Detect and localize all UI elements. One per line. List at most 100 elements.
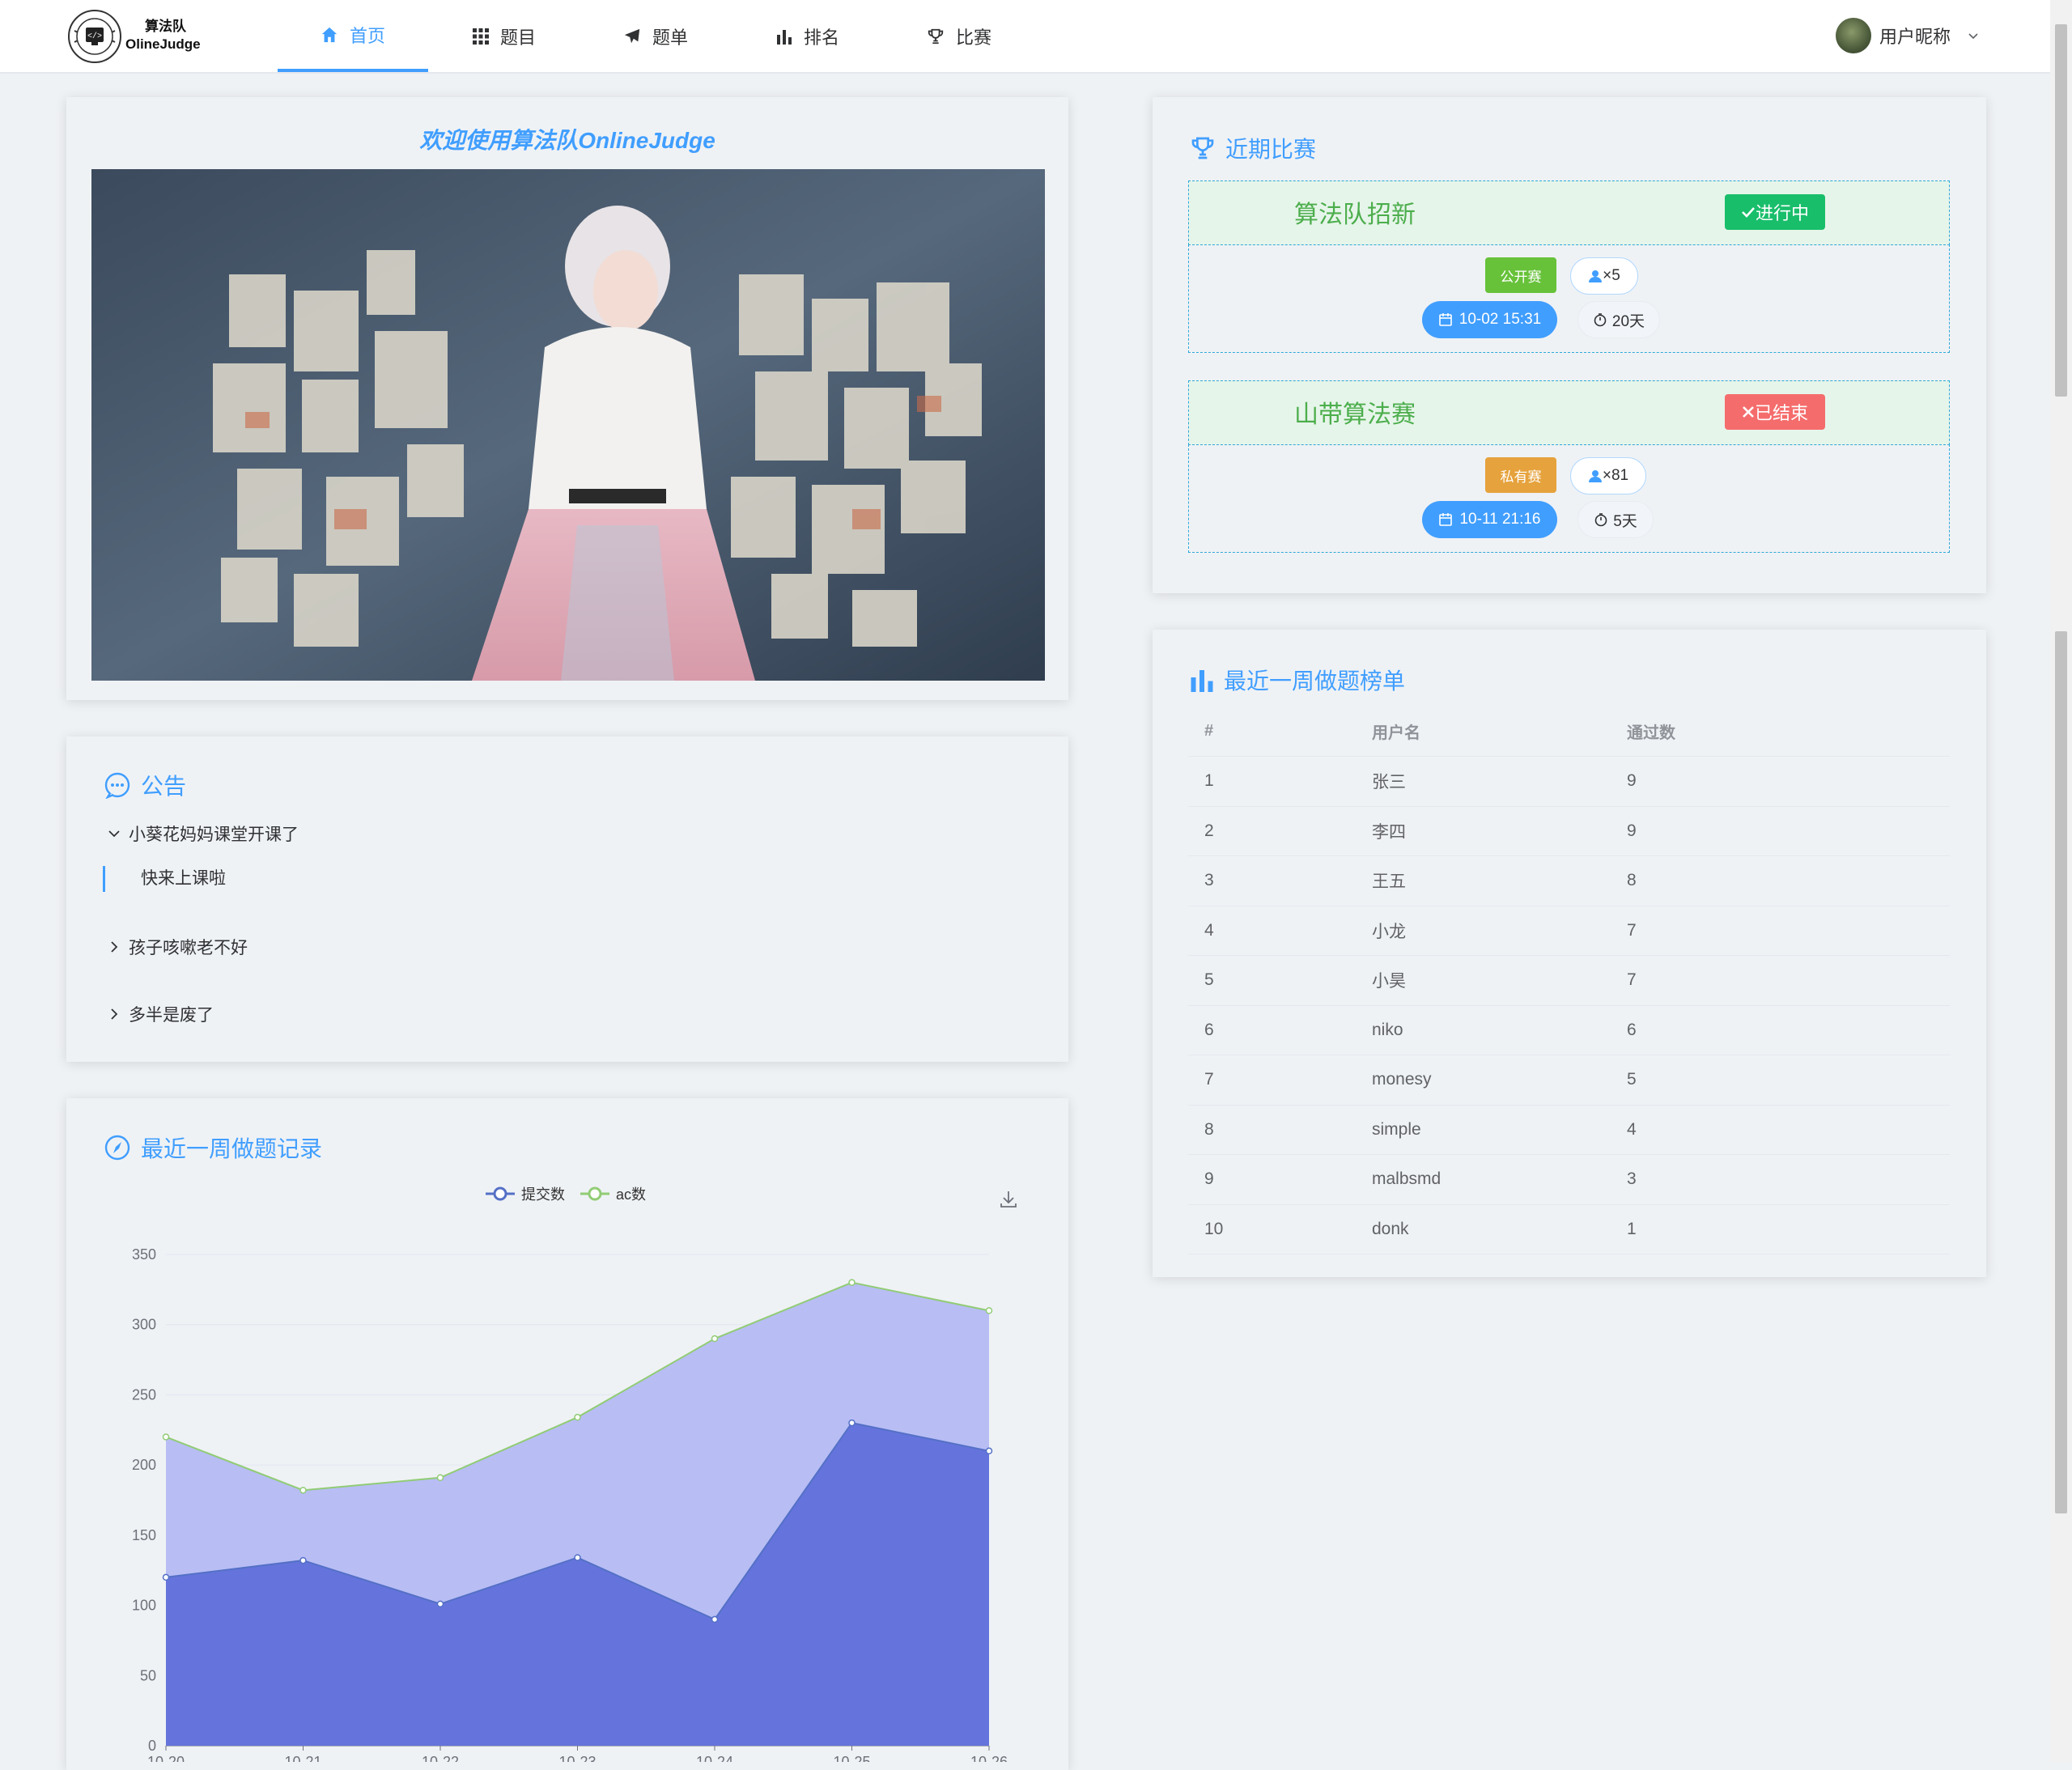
legend-item-submissions[interactable]: 提交数 [484,1183,565,1204]
chevron-right-icon [111,1008,118,1020]
legend-ac-icon [580,1186,609,1201]
y-tick-label: 350 [132,1246,156,1263]
username-cell: 小昊 [1371,955,1626,1006]
notice-item-title: 多半是废了 [129,1006,214,1025]
x-tick-label: 10-22 [422,1754,459,1762]
notice-title: 公告 [104,769,186,801]
ranking-title-text: 最近一周做题榜单 [1224,669,1406,694]
chevron-down-icon [108,830,120,838]
contest-item-1[interactable]: 算法队招新 进行中 公开赛 ×5 10-02 15:31 20天 [1188,180,1950,356]
contest-type-tag: 公开赛 [1485,257,1556,293]
ranking-table: # 用户名 通过数 1 张三 9 2 李四 9 3 王五 8 4 小龙 7 5 小昊 7 6 niko… [1188,706,1950,1254]
data-point-submissions [574,1554,581,1561]
x-tick-label: 10-23 [558,1754,596,1762]
table-row[interactable]: 7 monesy 5 [1188,1055,1950,1106]
solved-cell: 4 [1626,1105,1950,1155]
contest-header[interactable]: 山带算法赛 已结束 [1188,380,1950,445]
legend-submissions-icon [486,1186,515,1201]
table-row[interactable]: 8 simple 4 [1188,1105,1950,1155]
nav-item-label: 题目 [499,27,536,48]
page-scrollbar[interactable] [2050,0,2072,1762]
trophy-icon [928,28,944,44]
username-cell: 王五 [1371,855,1626,906]
solved-cell: 8 [1626,855,1950,906]
nav-item-ranking[interactable]: 排名 [732,0,883,72]
solved-cell: 9 [1626,806,1950,856]
table-row[interactable]: 5 小昊 7 [1188,955,1950,1006]
x-tick-label: 10-25 [833,1754,870,1762]
top-navbar: </> 算法队 OlineJudge 首页 题目 题单 排名 比赛 用户昵称 [0,0,2050,74]
table-row[interactable]: 1 张三 9 [1188,756,1950,807]
table-row[interactable]: 4 小龙 7 [1188,906,1950,956]
calendar-icon [1438,313,1452,326]
notice-item-body: 快来上课啦 [103,866,226,892]
chart-title: 最近一周做题记录 [104,1131,322,1164]
y-tick-label: 0 [148,1738,156,1754]
calendar-icon [1439,513,1453,526]
nav-item-label: 比赛 [955,27,991,48]
contest-name[interactable]: 山带算法赛 [1294,394,1416,430]
solved-cell: 1 [1626,1204,1950,1254]
user-menu[interactable]: 用户昵称 [1836,16,1980,55]
column-header-solved[interactable]: 通过数 [1626,706,1950,757]
notice-card [66,736,1068,1062]
download-icon[interactable] [999,1190,1018,1209]
hero-image [91,169,1045,681]
y-tick-label: 150 [132,1527,156,1543]
table-row[interactable]: 3 王五 8 [1188,855,1950,906]
data-point-submissions [299,1556,307,1564]
y-tick-label: 250 [132,1386,156,1403]
scrollbar-thumb[interactable] [2055,24,2067,397]
nav-item-label: 题单 [652,27,688,48]
nav-item-problem-lists[interactable]: 题单 [580,0,731,72]
chart-title-text: 最近一周做题记录 [141,1136,323,1161]
column-header-rank[interactable]: # [1188,706,1371,757]
table-row[interactable]: 2 李四 9 [1188,806,1950,856]
data-point-submissions [848,1419,856,1427]
username-cell: 张三 [1371,756,1626,807]
notice-item-3[interactable]: 多半是废了 [108,1002,214,1026]
y-tick-label: 50 [140,1667,156,1683]
compass-icon [104,1135,130,1161]
start-time-pill: 10-11 21:16 [1422,501,1557,538]
contest-status-badge: 进行中 [1725,194,1825,230]
legend-item-ac[interactable]: ac数 [579,1183,646,1204]
start-time-pill: 10-02 15:31 [1422,301,1557,338]
logo-text-bottom: OlineJudge [125,36,201,52]
scrollbar-thumb-secondary[interactable] [2055,631,2067,1513]
avatar[interactable] [1836,18,1871,53]
data-point-ac [711,1335,719,1343]
rank-cell: 3 [1188,855,1371,906]
contest-name[interactable]: 算法队招新 [1294,194,1416,230]
contest-type-tag: 私有赛 [1485,457,1556,493]
solved-cell: 7 [1626,955,1950,1006]
table-row[interactable]: 9 malbsmd 3 [1188,1154,1950,1205]
table-row[interactable]: 10 donk 1 [1188,1204,1950,1254]
user-icon [1588,470,1602,482]
data-point-ac [162,1433,170,1441]
column-header-username[interactable]: 用户名 [1371,706,1626,757]
solved-cell: 9 [1626,756,1950,807]
nav-item-home[interactable]: 首页 [278,0,428,72]
notice-item-1[interactable]: 小葵花妈妈课堂开课了 [108,821,299,846]
duration: 5天 [1613,512,1637,530]
username-cell: niko [1371,1005,1626,1055]
ranking-title: 最近一周做题榜单 [1190,664,1405,696]
contest-item-2[interactable]: 山带算法赛 已结束 私有赛 ×81 10-11 21:16 5天 [1188,380,1950,556]
notice-item-2[interactable]: 孩子咳嗽老不好 [108,935,248,959]
nav-item-contests[interactable]: 比赛 [884,0,1034,72]
bar-chart-icon [776,29,792,45]
contest-header[interactable]: 算法队招新 进行中 [1188,180,1950,245]
user-name: 用户昵称 [1879,27,1951,47]
start-time: 10-11 21:16 [1459,511,1541,528]
logo-text: 算法队 OlineJudge [125,18,201,53]
participants-pill: ×81 [1570,457,1646,494]
contest-body: 私有赛 ×81 10-11 21:16 5天 [1188,444,1950,553]
participants-count: ×81 [1602,467,1629,484]
table-row[interactable]: 6 niko 6 [1188,1005,1950,1055]
data-point-submissions [436,1600,444,1608]
x-tick-label: 10-24 [696,1754,733,1762]
logo-icon[interactable]: </> [66,8,123,65]
nav-item-problems[interactable]: 题目 [429,0,580,72]
contests-title: 近期比赛 [1190,132,1316,164]
